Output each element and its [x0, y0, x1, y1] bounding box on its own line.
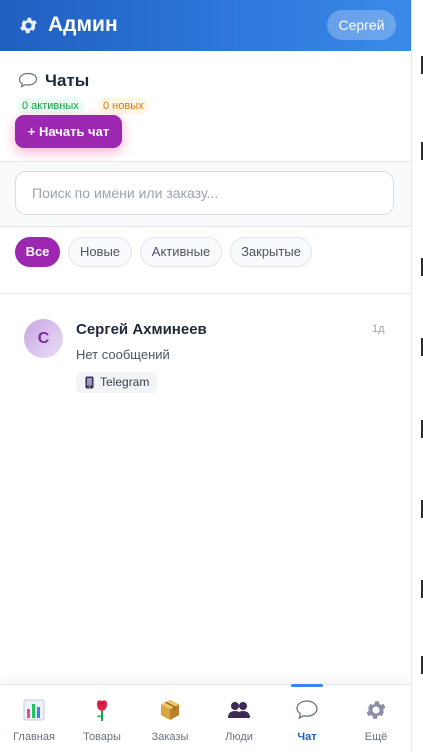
filter-active[interactable]: Активные: [140, 237, 222, 267]
nav-chat[interactable]: Чат: [273, 684, 341, 752]
active-count-badge: 0 активных: [17, 98, 84, 114]
chat-list-item[interactable]: С Сергей Ахминеев 1д Нет сообщений Teleg…: [0, 294, 411, 402]
rose-icon: [97, 700, 107, 721]
avatar: С: [24, 319, 63, 358]
nav-products[interactable]: Товары: [68, 685, 136, 752]
phone-icon: [85, 376, 94, 389]
speech-bubble-icon: [18, 72, 38, 88]
channel-tag: Telegram: [76, 372, 158, 393]
chat-timestamp: 1д: [372, 323, 385, 335]
people-icon: [228, 702, 250, 718]
page-title: Админ: [48, 13, 118, 36]
nav-label: Люди: [225, 731, 253, 743]
new-count-badge: 0 новых: [98, 98, 149, 114]
nav-label: Ещё: [364, 731, 388, 743]
chat-last-message: Нет сообщений: [76, 347, 170, 362]
nav-more[interactable]: Ещё: [342, 685, 410, 752]
search-area: [0, 162, 411, 227]
nav-home[interactable]: Главная: [0, 685, 68, 752]
app-root: Админ Сергей Чаты 0 активных 0 новых + Н…: [0, 0, 411, 752]
app-header: Админ Сергей: [0, 0, 411, 51]
chats-title: Чаты: [45, 71, 90, 90]
filter-all[interactable]: Все: [15, 237, 60, 267]
nav-orders[interactable]: Заказы: [136, 685, 204, 752]
nav-label: Заказы: [151, 731, 189, 743]
nav-label: Главная: [13, 731, 55, 743]
nav-people[interactable]: Люди: [205, 685, 273, 752]
filter-chips: Все Новые Активные Закрытые: [0, 227, 411, 294]
scrollbar[interactable]: [411, 0, 423, 752]
gear-icon: [366, 701, 386, 719]
search-input[interactable]: [15, 171, 394, 215]
speech-bubble-icon: [296, 700, 318, 720]
channel-label: Telegram: [100, 375, 150, 389]
gear-icon: [20, 17, 37, 34]
start-chat-button[interactable]: + Начать чат: [15, 115, 122, 148]
nav-label: Товары: [83, 731, 121, 743]
filter-new[interactable]: Новые: [68, 237, 132, 267]
chats-header: Чаты 0 активных 0 новых + Начать чат: [0, 51, 411, 162]
filter-closed[interactable]: Закрытые: [230, 237, 312, 267]
user-button[interactable]: Сергей: [327, 10, 396, 40]
chat-contact-name: Сергей Ахминеев: [76, 321, 207, 338]
active-tab-indicator: [291, 684, 323, 687]
nav-label: Чат: [297, 731, 317, 743]
chart-icon: [23, 699, 45, 721]
bottom-nav: Главная Товары Заказы Люди Чат Ещё: [0, 684, 411, 752]
package-icon: [161, 700, 179, 720]
